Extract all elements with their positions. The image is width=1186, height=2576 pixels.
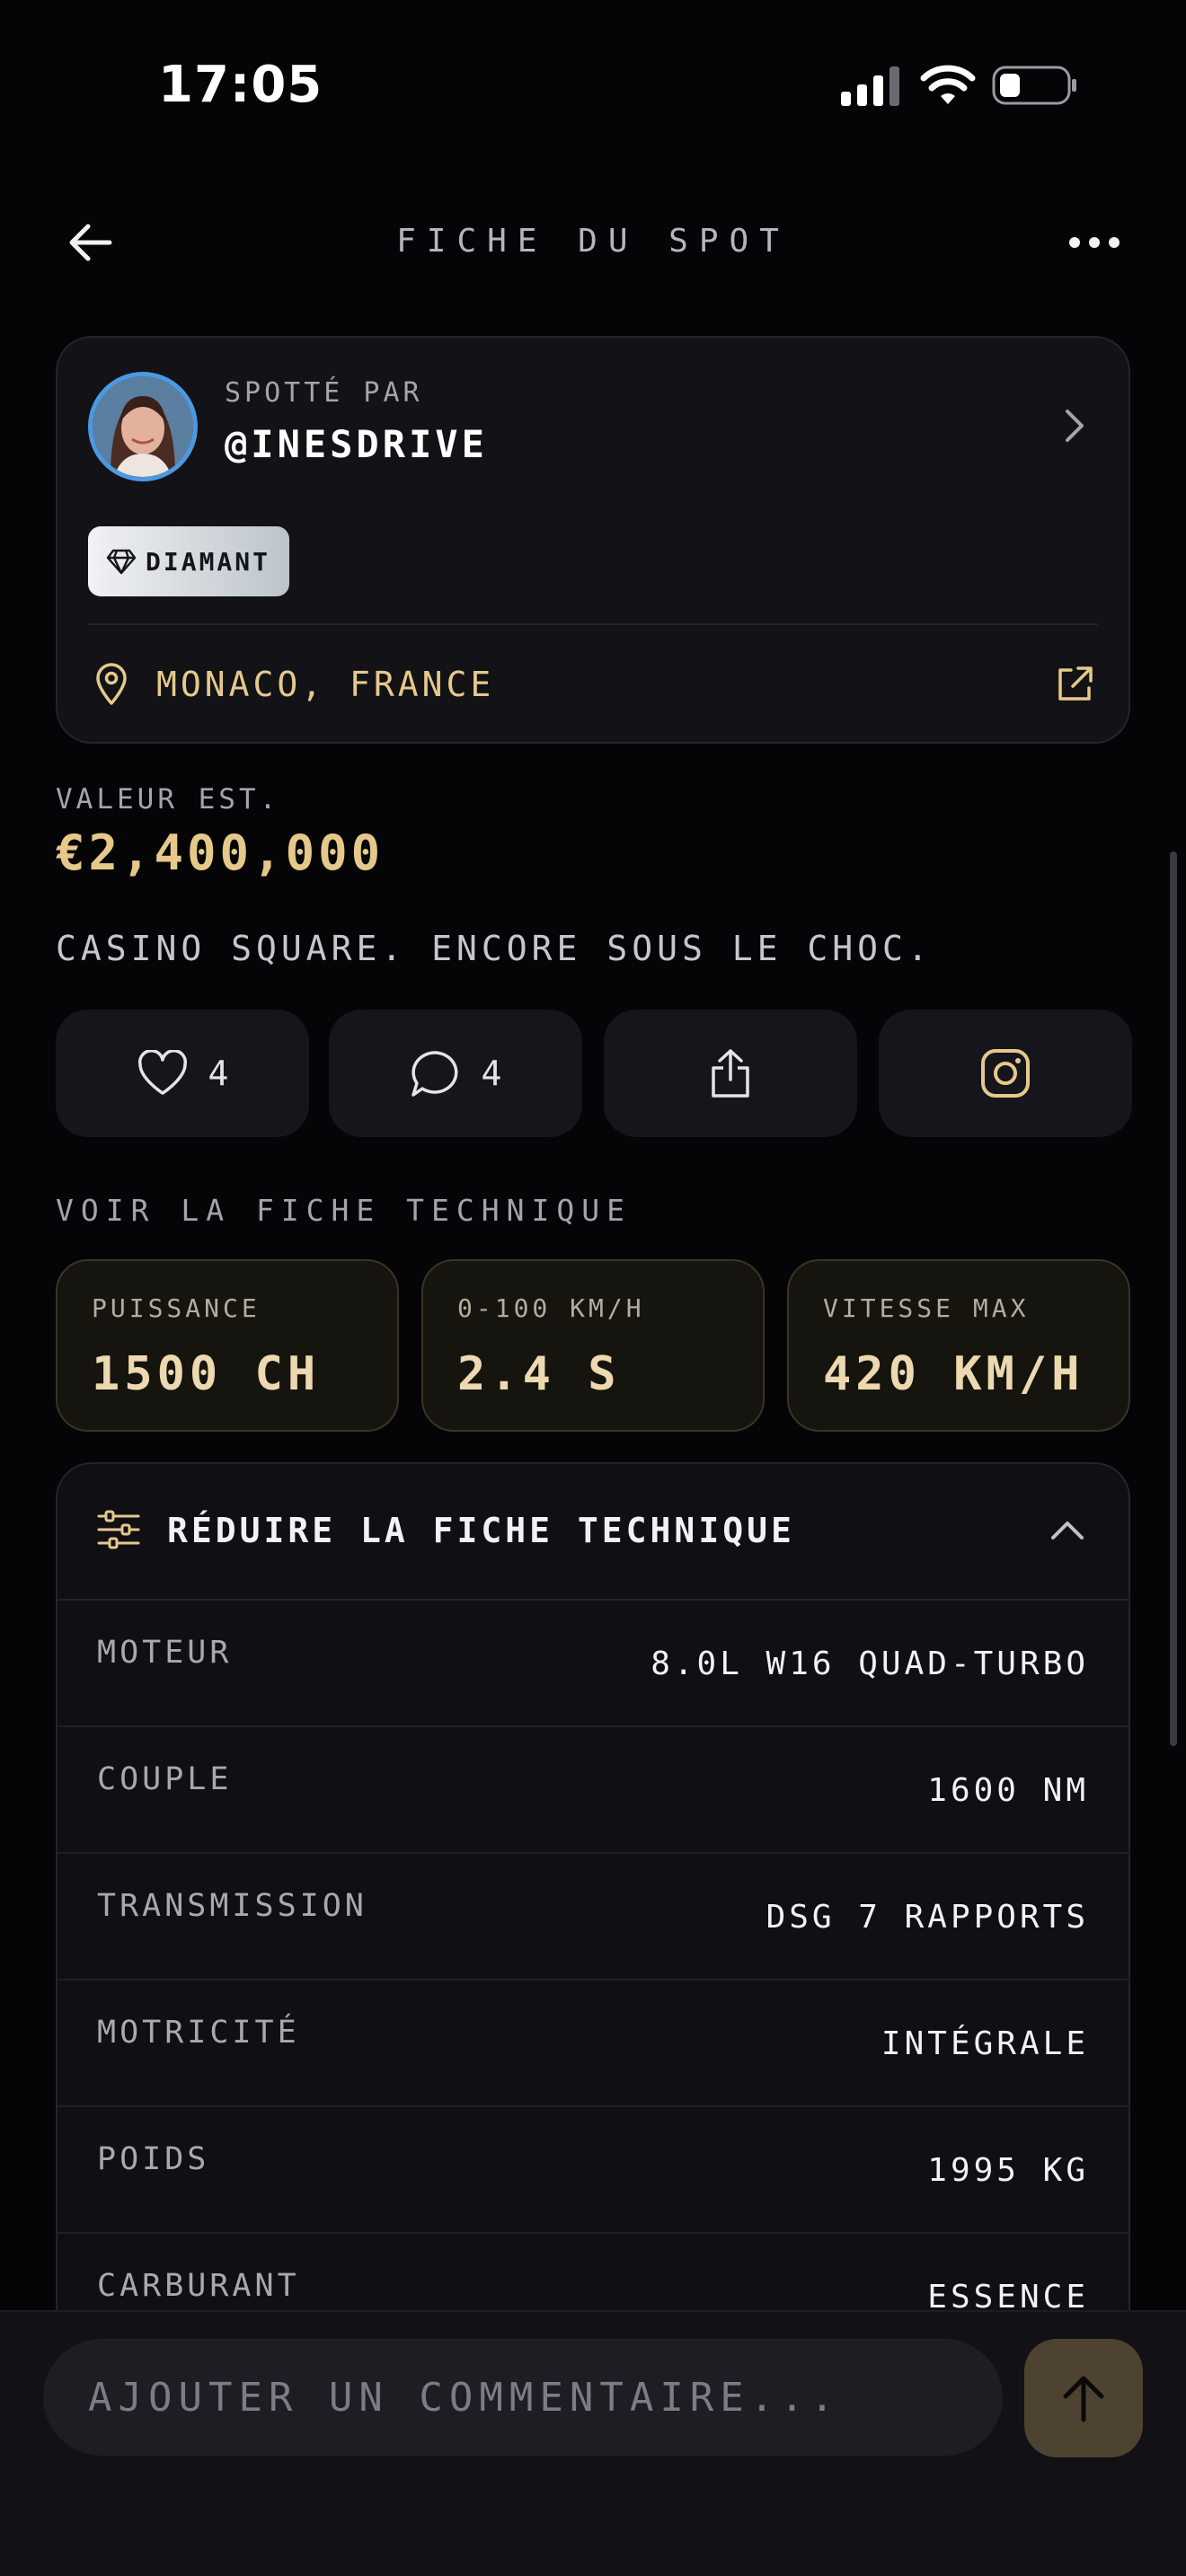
spec-row-torque: COUPLE 1600 NM — [58, 1727, 1128, 1854]
spec-key: MOTRICITÉ — [97, 2015, 300, 2051]
heart-icon — [137, 1050, 187, 1095]
spec-key: TRANSMISSION — [97, 1888, 367, 1924]
battery-icon — [992, 66, 1076, 105]
page-title: FICHE DU SPOT — [396, 223, 790, 260]
spec-key: COUPLE — [97, 1761, 233, 1797]
spec-key: CARBURANT — [97, 2268, 300, 2304]
like-button[interactable]: 4 — [56, 1010, 309, 1137]
instagram-icon — [981, 1049, 1030, 1098]
estimated-value: €2,400,000 — [56, 825, 385, 881]
status-time: 17:05 — [158, 56, 323, 114]
spec-value: DSG 7 RAPPORTS — [766, 1899, 1089, 1936]
stat-label: 0-100 KM/H — [457, 1293, 645, 1323]
spec-row-transmission: TRANSMISSION DSG 7 RAPPORTS — [58, 1854, 1128, 1981]
spotter-username[interactable]: @INESDRIVE — [225, 422, 488, 466]
location-pin-icon — [96, 663, 127, 705]
spot-caption: CASINO SQUARE. ENCORE SOUS LE CHOC. — [56, 929, 933, 968]
spec-panel-title: RÉDUIRE LA FICHE TECHNIQUE — [167, 1511, 795, 1550]
arrow-up-icon — [1063, 2376, 1104, 2422]
avatar[interactable] — [88, 372, 198, 481]
comment-count: 4 — [481, 1054, 502, 1093]
spec-value: 1995 KG — [927, 2152, 1089, 2189]
comment-button[interactable]: 4 — [329, 1010, 582, 1137]
spec-key: MOTEUR — [97, 1635, 233, 1671]
wifi-icon — [920, 65, 976, 104]
spec-value: INTÉGRALE — [881, 2025, 1089, 2062]
spotted-by-label: SPOTTÉ PAR — [225, 377, 423, 409]
spec-panel-toggle[interactable]: RÉDUIRE LA FICHE TECHNIQUE — [58, 1464, 1128, 1601]
spec-row-weight: POIDS 1995 KG — [58, 2107, 1128, 2234]
instagram-button[interactable] — [879, 1010, 1132, 1137]
spec-value: 8.0L W16 QUAD-TURBO — [651, 1645, 1089, 1682]
spec-row-drivetrain: MOTRICITÉ INTÉGRALE — [58, 1981, 1128, 2107]
external-link-icon[interactable] — [1053, 663, 1096, 706]
stat-card-top-speed: VITESSE MAX 420 KM/H — [787, 1259, 1130, 1432]
spec-key: POIDS — [97, 2141, 210, 2177]
spec-row-engine: MOTEUR 8.0L W16 QUAD-TURBO — [58, 1601, 1128, 1727]
like-count: 4 — [208, 1054, 229, 1093]
stat-card-power: PUISSANCE 1500 CH — [56, 1259, 399, 1432]
scrollbar[interactable] — [1170, 851, 1177, 1746]
value-label: VALEUR EST. — [56, 783, 280, 816]
spec-value: 1600 NM — [927, 1772, 1089, 1809]
chevron-right-icon[interactable] — [1058, 406, 1091, 446]
stat-value: 420 KM/H — [823, 1347, 1084, 1401]
location-text[interactable]: MONACO, FRANCE — [156, 665, 494, 704]
comment-input[interactable] — [43, 2339, 1003, 2456]
cellular-signal-icon — [841, 66, 899, 106]
more-options-icon[interactable] — [1067, 235, 1121, 250]
comment-bubble-icon — [411, 1051, 458, 1097]
diamond-icon — [106, 549, 137, 575]
avatar-portrait — [93, 376, 193, 477]
send-button[interactable] — [1024, 2339, 1143, 2457]
sliders-icon — [97, 1510, 140, 1549]
chevron-up-icon[interactable] — [1048, 1516, 1087, 1543]
stat-label: VITESSE MAX — [823, 1293, 1030, 1323]
stat-value: 2.4 S — [457, 1347, 621, 1401]
stat-value: 1500 CH — [92, 1347, 321, 1401]
share-button[interactable] — [604, 1010, 857, 1137]
card-divider — [88, 623, 1098, 625]
stat-card-acceleration: 0-100 KM/H 2.4 S — [421, 1259, 765, 1432]
see-specs-link[interactable]: VOIR LA FICHE TECHNIQUE — [56, 1193, 632, 1228]
rank-badge: DIAMANT — [88, 526, 289, 596]
share-icon — [712, 1049, 749, 1098]
stat-label: PUISSANCE — [92, 1293, 261, 1323]
badge-label: DIAMANT — [146, 546, 271, 577]
